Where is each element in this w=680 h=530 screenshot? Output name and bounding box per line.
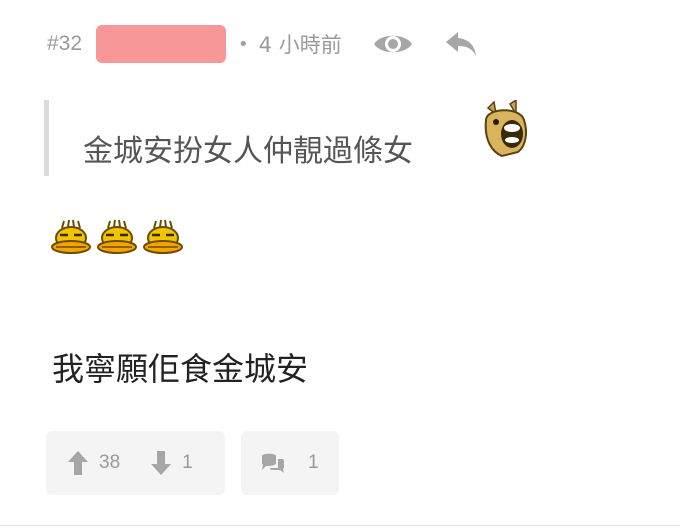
shouting-horse-emoji (482, 98, 530, 160)
comment-count: 1 (308, 452, 319, 473)
quote-block: 金城安扮女人仲靚過條女 (44, 100, 413, 176)
redacted-username[interactable] (96, 25, 227, 63)
divider (0, 525, 680, 526)
separator-dot: • (238, 33, 249, 55)
post-body-text: 我寧願佢食金城安 (52, 350, 309, 388)
speech-bubbles-icon (260, 452, 286, 474)
arrow-up-icon[interactable] (67, 450, 89, 476)
duck-emoji (96, 218, 138, 256)
emoji-row (50, 218, 184, 256)
post-number[interactable]: #32 (47, 32, 82, 56)
vote-box: 38 1 (46, 431, 225, 495)
post-time: 4 小時前 (258, 33, 342, 57)
arrow-down-icon[interactable] (150, 450, 172, 476)
eye-icon[interactable] (372, 29, 414, 59)
upvote-count: 38 (99, 452, 121, 473)
downvote-count: 1 (182, 452, 193, 473)
post-header: #32 • 4 小時前 (47, 22, 478, 66)
quote-text: 金城安扮女人仲靚過條女 (83, 134, 413, 169)
duck-emoji (142, 218, 184, 256)
reply-arrow-icon[interactable] (444, 29, 478, 59)
comment-button[interactable]: 1 (241, 431, 339, 495)
duck-emoji (50, 218, 92, 256)
